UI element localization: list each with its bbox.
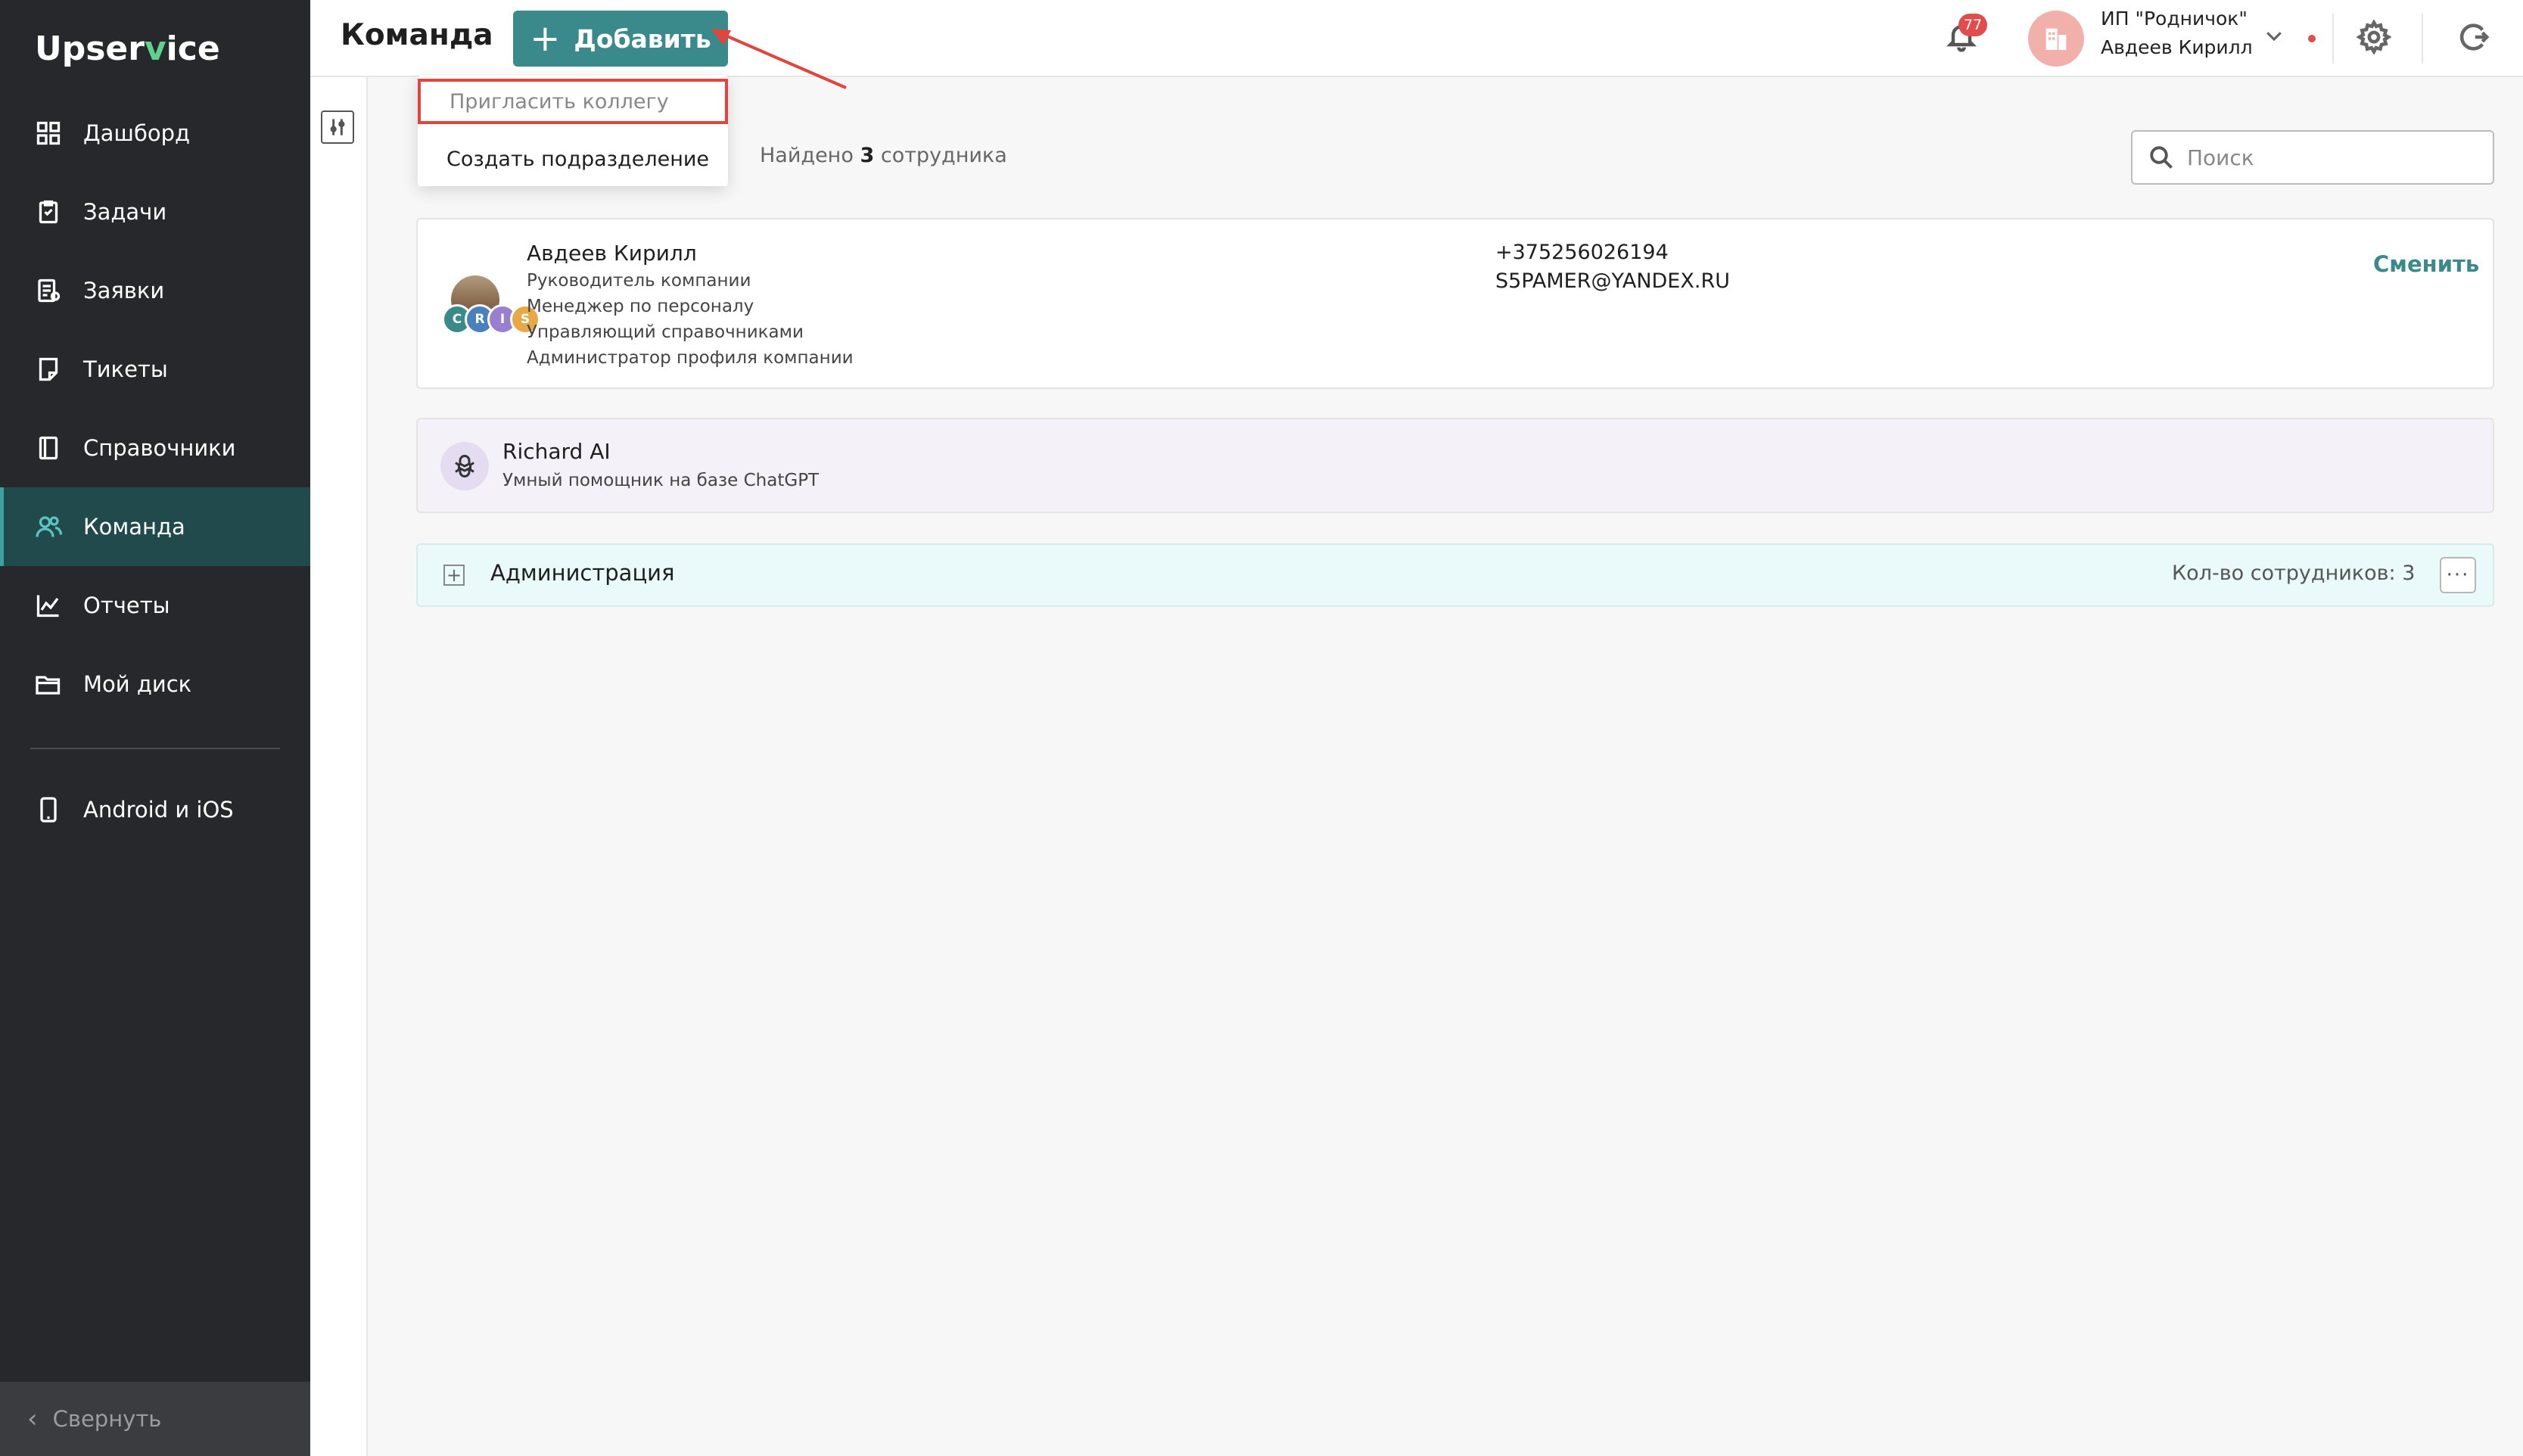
topbar-separator [2332, 14, 2334, 64]
plus-icon: + [530, 17, 561, 60]
invite-colleague-item[interactable]: Пригласить коллегу [418, 79, 728, 124]
summary-suffix: сотрудника [880, 144, 1007, 167]
ai-assistant-card[interactable]: Richard AI Умный помощник на базе ChatGP… [416, 418, 2494, 513]
status-dot [2308, 35, 2316, 42]
add-button-label: Добавить [574, 23, 711, 54]
employee-name[interactable]: Авдеев Кирилл [527, 241, 697, 266]
reports-icon [35, 592, 62, 619]
create-department-item[interactable]: Создать подразделение [418, 136, 728, 182]
annotation-arrow [711, 29, 847, 89]
filter-button[interactable] [321, 110, 354, 144]
summary-count: 3 [860, 144, 875, 167]
department-employee-count: Кол-во сотрудников: 3 [2172, 562, 2416, 585]
add-menu-dropdown: Пригласить коллегу Создать подразделение [418, 76, 728, 186]
collapse-label: Свернуть [52, 1406, 162, 1432]
assistant-name: Richard AI [502, 439, 611, 464]
assistant-description: Умный помощник на базе ChatGPT [502, 471, 820, 490]
employee-count-summary: Найдено 3 сотрудника [760, 144, 1007, 167]
logout-button[interactable] [2455, 20, 2493, 58]
employee-email: S5PAMER@YANDEX.RU [1495, 269, 1730, 293]
directory-icon [35, 434, 62, 462]
chevron-left-icon: ‹ [27, 1404, 38, 1434]
building-icon [2045, 28, 2067, 50]
sidebar-item-label: Команда [83, 514, 185, 540]
logout-icon [2459, 23, 2490, 51]
summary-prefix: Найдено [760, 144, 854, 167]
settings-button[interactable] [2356, 19, 2394, 58]
employee-phone: +375256026194 [1495, 241, 1669, 264]
sidebar-item-directory[interactable]: Справочники [0, 409, 310, 487]
gear-icon [2356, 19, 2392, 55]
sidebar: Upser v ice Дашборд Задачи Заявки Тикеты С… [0, 0, 310, 1456]
sliders-icon [330, 119, 345, 135]
tasks-icon [35, 198, 62, 226]
more-options-button[interactable]: ··· [2440, 557, 2476, 593]
company-switcher-toggle[interactable] [2263, 24, 2288, 50]
sidebar-item-label: Тикеты [83, 356, 168, 382]
sidebar-item-reports[interactable]: Отчеты [0, 566, 310, 645]
sidebar-item-team[interactable]: Команда [0, 487, 310, 566]
sidebar-item-tickets[interactable]: Тикеты [0, 330, 310, 409]
topbar: Команда + Добавить 77 ИП "Родничок" Авде… [310, 0, 2523, 77]
chevron-down-icon [2266, 32, 2282, 42]
team-icon [35, 513, 62, 540]
search-box[interactable] [2131, 130, 2494, 185]
sidebar-item-my-disk[interactable]: Мой диск [0, 645, 310, 723]
mobile-icon [35, 796, 62, 823]
dashboard-icon [35, 120, 62, 147]
sidebar-item-tasks[interactable]: Задачи [0, 173, 310, 251]
sidebar-item-label: Заявки [83, 278, 165, 303]
employee-role: Руководитель компании [527, 271, 751, 291]
openai-icon [440, 442, 489, 490]
employee-role: Администратор профиля компании [527, 348, 854, 368]
folder-icon [35, 670, 62, 698]
current-user-name[interactable]: Авдеев Кирилл [2101, 36, 2253, 58]
sidebar-item-label: Android и iOS [83, 797, 234, 823]
employee-card[interactable]: C R I S Авдеев Кирилл Руководитель компа… [416, 218, 2494, 389]
sidebar-item-requests[interactable]: Заявки [0, 251, 310, 330]
sidebar-item-label: Дашборд [83, 120, 191, 146]
add-button[interactable]: + Добавить [513, 11, 728, 67]
sidebar-item-label: Справочники [83, 435, 236, 461]
department-name: Администрация [490, 560, 675, 586]
search-icon [2150, 146, 2173, 169]
expand-icon[interactable]: + [443, 565, 465, 586]
brand-name-v: v [144, 29, 166, 68]
sidebar-item-label: Мой диск [83, 671, 192, 697]
company-name[interactable]: ИП "Родничок" [2101, 8, 2248, 30]
department-row[interactable]: + Администрация Кол-во сотрудников: 3 ··… [416, 543, 2494, 607]
filter-rail [310, 77, 368, 1456]
brand-name-part1: Upser [35, 29, 145, 68]
tickets-icon [35, 356, 62, 383]
sidebar-item-label: Задачи [83, 199, 167, 225]
company-avatar[interactable] [2028, 11, 2084, 67]
employee-role: Менеджер по персоналу [527, 297, 754, 316]
employee-role: Управляющий справочниками [527, 322, 804, 342]
role-badges: C R I S [442, 304, 540, 334]
search-input[interactable] [2185, 144, 2491, 171]
sidebar-divider [30, 748, 280, 749]
brand-name-part2: ice [166, 29, 220, 68]
notifications-badge: 77 [1958, 14, 1987, 36]
sidebar-item-label: Отчеты [83, 593, 170, 618]
page-title: Команда [341, 18, 493, 52]
brand-logo[interactable]: Upser v ice [35, 26, 220, 71]
requests-icon [35, 277, 62, 304]
collapse-sidebar-button[interactable]: ‹ Свернуть [0, 1382, 310, 1456]
topbar-separator [2422, 14, 2423, 64]
sidebar-item-dashboard[interactable]: Дашборд [0, 94, 310, 173]
change-button[interactable]: Сменить [2373, 251, 2479, 277]
sidebar-item-mobile-apps[interactable]: Android и iOS [0, 770, 310, 849]
